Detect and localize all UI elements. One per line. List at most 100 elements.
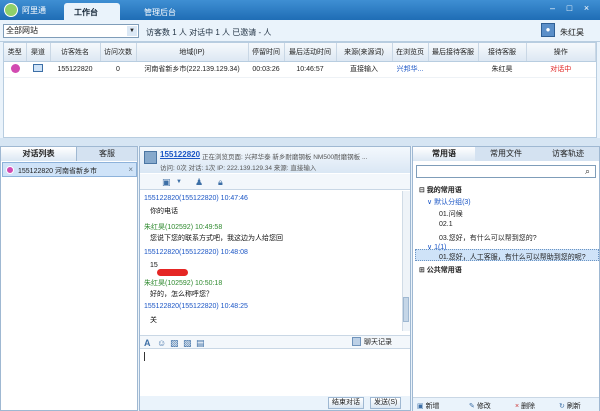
redaction-mark: [157, 269, 188, 276]
add-icon: ▣: [417, 403, 426, 410]
tree-node-group-1[interactable]: ∨ 1(1): [427, 243, 447, 251]
visitor-stats: 访客数 1 人 对话中 1 人 已邀请 - 人: [146, 28, 272, 37]
cell-action-status[interactable]: 对话中: [526, 61, 596, 78]
tree-leaf[interactable]: 01.问候: [439, 209, 463, 219]
tree-leaf-selected[interactable]: 01.您好，人工客服，有什么可以帮助到您的呢?: [439, 252, 586, 262]
chat-toolbar: ▣ ▼ ♟ 🔒︎: [140, 174, 410, 190]
cell-browsing-page[interactable]: 兴邦华...: [392, 61, 428, 78]
col-region-ip[interactable]: 地域(IP): [136, 43, 249, 62]
chevron-down-icon[interactable]: ▼: [176, 177, 186, 187]
phrase-search-input[interactable]: [416, 165, 596, 178]
conversation-item[interactable]: 155122820 河南省新乡市 ×: [2, 162, 137, 177]
tab-admin[interactable]: 管理后台: [134, 3, 190, 20]
tab-common-files[interactable]: 常用文件: [475, 147, 537, 161]
table-header-row: 类型 渠道 访客姓名 访问次数 地域(IP) 停留时间 最后活动时间 来源(来源…: [4, 43, 596, 62]
site-select[interactable]: 全部网站 ▼: [3, 24, 139, 38]
minimize-button[interactable]: –: [546, 3, 559, 14]
app-title: 阿里通: [22, 6, 46, 15]
col-source[interactable]: 来源(来源词): [336, 43, 393, 62]
close-icon[interactable]: ×: [128, 165, 133, 174]
image-icon[interactable]: ▨: [170, 338, 179, 348]
end-chat-button[interactable]: 结束对话: [328, 397, 364, 409]
message-text: 你的电话: [150, 208, 178, 215]
message-text: 好的，怎么称呼您？: [150, 291, 213, 298]
transfer-user-icon[interactable]: ♟: [195, 177, 205, 187]
tab-conversation-list[interactable]: 对话列表: [1, 147, 77, 161]
tree-node-default-group[interactable]: ∨ 默认分组(3): [427, 197, 471, 207]
current-user: 朱红昊: [560, 28, 584, 37]
delete-phrase-button[interactable]: × 删除: [515, 401, 535, 411]
message-meta: 朱红昊(102592) 10:50:18: [144, 280, 223, 287]
col-agent[interactable]: 接待客服: [478, 43, 527, 62]
visitor-avatar-icon: [144, 151, 157, 164]
cell-last-agent: [428, 61, 478, 78]
message-meta: 155122820(155122820) 10:48:25: [144, 303, 248, 310]
screenshot-icon[interactable]: ▧: [183, 338, 192, 348]
folder-icon[interactable]: ▣: [162, 177, 172, 187]
site-select-value: 全部网站: [6, 26, 38, 35]
history-icon[interactable]: [352, 337, 361, 346]
refresh-phrase-button[interactable]: ↻ 刷新: [559, 401, 581, 411]
close-button[interactable]: ×: [580, 3, 593, 14]
monitor-icon: [33, 64, 43, 72]
emoji-icon[interactable]: ☺: [157, 338, 166, 348]
tab-visitor-track[interactable]: 访客轨迹: [537, 147, 599, 161]
cell-agent: 朱红昊: [478, 61, 526, 78]
lock-icon[interactable]: 🔒︎: [218, 177, 228, 187]
cell-source: 直接输入: [336, 61, 392, 78]
file-icon[interactable]: ▤: [196, 338, 205, 348]
tree-node-public-phrases[interactable]: ⊞ 公共常用语: [419, 265, 462, 275]
chat-browsing-info: 正在浏览页面: 兴邦华泰 新乡耐磨钢板 NM500耐磨钢板 ...: [202, 154, 368, 161]
message-text: 关: [150, 317, 157, 324]
tree-node-my-phrases[interactable]: ⊟ 我的常用语: [419, 185, 462, 195]
col-channel[interactable]: 渠道: [26, 43, 51, 62]
font-icon[interactable]: A: [144, 338, 151, 348]
col-visitor-name[interactable]: 访客姓名: [50, 43, 101, 62]
chat-visitor-name[interactable]: 155122820: [160, 150, 200, 159]
chat-panel: 155122820 正在浏览页面: 兴邦华泰 新乡耐磨钢板 NM500耐磨钢板 …: [139, 146, 411, 411]
col-browsing-page[interactable]: 在浏览页: [392, 43, 429, 62]
col-visit-count[interactable]: 访问次数: [100, 43, 137, 62]
maximize-button[interactable]: □: [563, 3, 576, 14]
col-type[interactable]: 类型: [4, 43, 27, 62]
table-row[interactable]: 155122820 0 河南省新乡市(222.139.129.34) 00:03…: [4, 61, 596, 78]
message-meta: 155122820(155122820) 10:47:46: [144, 195, 248, 202]
splitter[interactable]: [0, 138, 600, 146]
refresh-icon: ↻: [559, 403, 567, 410]
visitor-type-icon: [10, 63, 20, 73]
cell-visitor-name: 155122820: [50, 61, 100, 78]
send-button[interactable]: 发送(S): [370, 397, 402, 409]
tab-workbench[interactable]: 工作台: [64, 3, 120, 20]
message-list: 155122820(155122820) 10:47:46 你的电话 朱红昊(1…: [142, 191, 400, 331]
col-last-activity[interactable]: 最后活动时间: [284, 43, 337, 62]
chevron-down-icon[interactable]: ▼: [127, 26, 137, 36]
search-icon[interactable]: ⌕: [585, 166, 590, 176]
chat-history-button[interactable]: 聊天记录: [364, 337, 392, 347]
tree-leaf[interactable]: 02.1: [439, 221, 453, 228]
tab-agents[interactable]: 客服: [77, 147, 137, 161]
message-text: 您说下您的联系方式吧，我这边为人给您回: [150, 235, 283, 242]
edit-phrase-button[interactable]: ✎ 修改: [469, 401, 491, 411]
cell-visit-count: 0: [100, 61, 136, 78]
quick-reply-panel: 常用语 常用文件 访客轨迹 ⌕ ⊟ 我的常用语 ∨ 默认分组(3) 01.问候 …: [412, 146, 600, 411]
message-meta: 朱红昊(102592) 10:49:58: [144, 224, 223, 231]
col-stay-time[interactable]: 停留时间: [248, 43, 285, 62]
col-action[interactable]: 操作: [526, 43, 596, 62]
message-text: 15: [150, 262, 158, 269]
app-logo-icon: [4, 3, 18, 17]
tree-leaf[interactable]: 03.您好，有什么可以帮到您的?: [439, 233, 537, 243]
visitor-table: 类型 渠道 访客姓名 访问次数 地域(IP) 停留时间 最后活动时间 来源(来源…: [3, 42, 597, 138]
scroll-thumb[interactable]: [403, 297, 409, 322]
conversation-item-label: 155122820 河南省新乡市: [18, 168, 97, 175]
tab-common-phrases[interactable]: 常用语: [413, 147, 475, 161]
cell-last-activity: 10:46:57: [284, 61, 336, 78]
user-avatar-icon[interactable]: ●: [541, 23, 555, 37]
message-meta: 155122820(155122820) 10:48:08: [144, 249, 248, 256]
edit-icon: ✎: [469, 403, 477, 410]
phrase-footer: ▣ 新增 ✎ 修改 × 删除 ↻ 刷新: [413, 397, 599, 411]
cell-stay-time: 00:03:26: [248, 61, 284, 78]
message-input[interactable]: [142, 350, 408, 396]
col-last-agent[interactable]: 最后接待客服: [428, 43, 479, 62]
conversation-panel: 对话列表 客服 155122820 河南省新乡市 ×: [0, 146, 138, 411]
add-phrase-button[interactable]: ▣ 新增: [417, 401, 440, 411]
